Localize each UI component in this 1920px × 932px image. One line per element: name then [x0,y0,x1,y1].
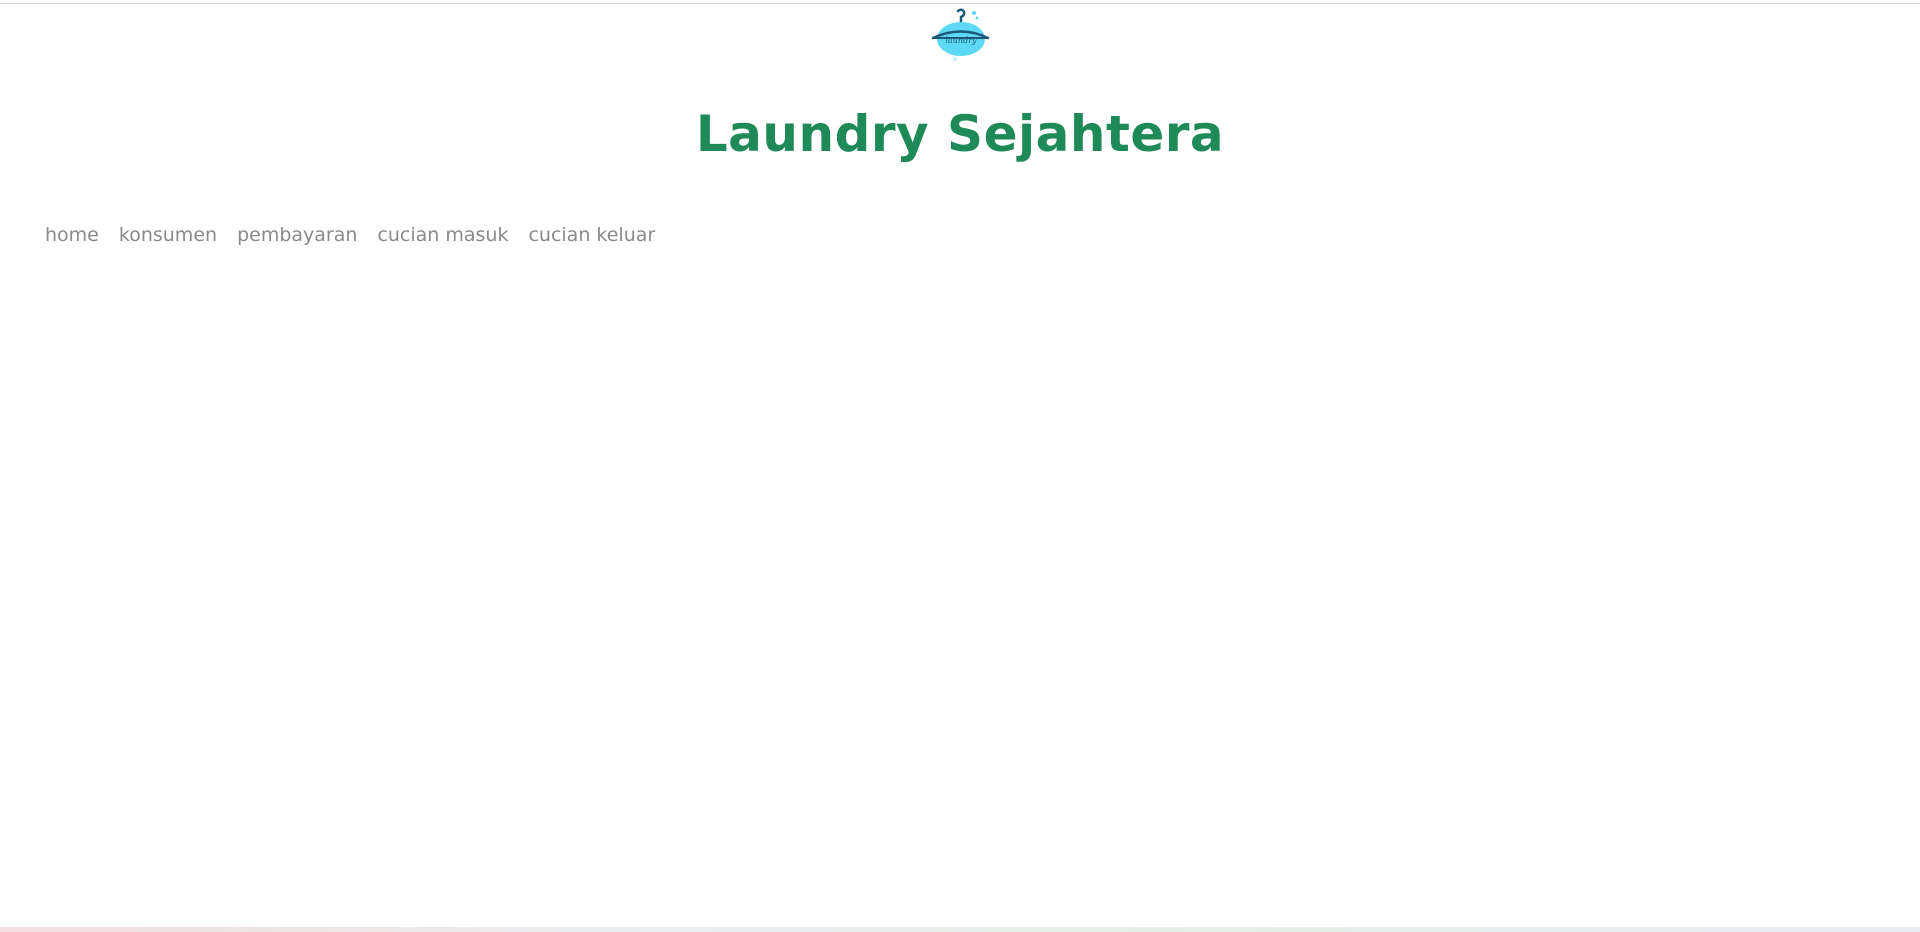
site-title: Laundry Sejahtera [695,104,1225,163]
laundry-hanger-logo-icon: laundry [930,7,990,63]
logo-text: laundry [945,36,977,45]
nav-item-cucian-keluar[interactable]: cucian keluar [528,222,655,248]
nav-item-konsumen[interactable]: konsumen [119,222,217,248]
nav-item-cucian-masuk[interactable]: cucian masuk [377,222,508,248]
site-header: laundry Laundry Sejahtera [0,0,1920,163]
main-navigation: home konsumen pembayaran cucian masuk cu… [45,220,655,250]
logo-graphic: laundry [931,8,990,61]
nav-item-pembayaran[interactable]: pembayaran [237,222,357,248]
bottom-divider [0,927,1920,932]
nav-item-home[interactable]: home [45,222,99,248]
